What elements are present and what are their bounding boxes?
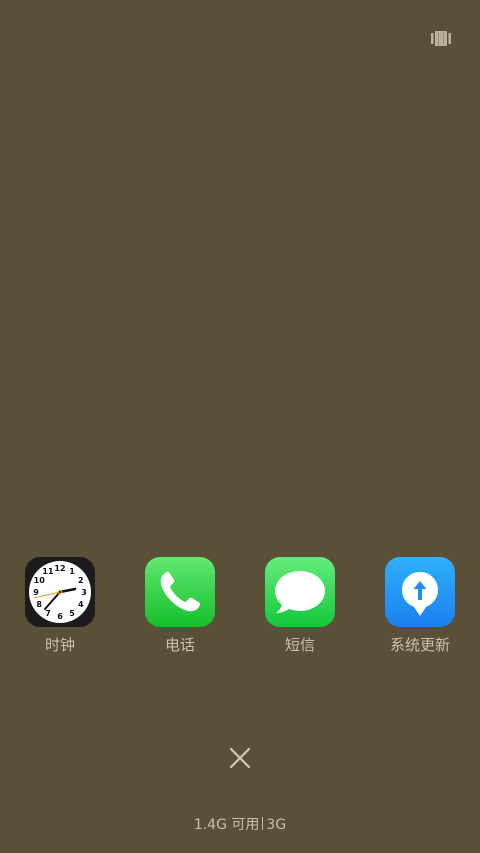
clock-number: 4 — [78, 600, 84, 609]
clock-icon: 12 1 2 3 4 5 6 7 8 9 10 11 — [25, 557, 95, 627]
app-label-clock: 时钟 — [44, 636, 75, 654]
card-stack-icon[interactable] — [431, 31, 451, 46]
clock-number: 12 — [54, 564, 65, 573]
status-divider — [262, 817, 264, 830]
close-button[interactable] — [227, 745, 253, 771]
phone-icon — [145, 557, 215, 627]
network-type: 3G — [266, 817, 287, 833]
app-label-messages: 短信 — [284, 636, 315, 654]
close-icon — [229, 747, 251, 769]
clock-number: 8 — [36, 600, 42, 609]
clock-number: 7 — [45, 609, 51, 618]
system-update-icon — [385, 557, 455, 627]
app-label-system-update: 系统更新 — [389, 636, 450, 654]
clock-number: 10 — [34, 576, 46, 585]
clock-number: 1 — [69, 567, 75, 576]
clock-number: 3 — [81, 588, 87, 597]
app-clock[interactable]: 12 1 2 3 4 5 6 7 8 9 10 11 时钟 — [0, 557, 120, 654]
memory-status: 1.4G 可用 3G — [0, 816, 480, 834]
clock-number: 9 — [33, 588, 39, 597]
clock-number: 6 — [57, 612, 63, 621]
clock-number: 5 — [69, 609, 75, 618]
messages-icon — [265, 557, 335, 627]
clock-number: 11 — [42, 567, 54, 576]
app-messages[interactable]: 短信 — [240, 557, 360, 654]
clock-number: 2 — [78, 576, 84, 585]
recent-apps-row: 12 1 2 3 4 5 6 7 8 9 10 11 时钟 电话 短信 系统更新 — [0, 557, 480, 667]
app-phone[interactable]: 电话 — [120, 557, 240, 654]
memory-available: 1.4G 可用 — [193, 817, 260, 833]
app-system-update[interactable]: 系统更新 — [360, 557, 480, 654]
app-label-phone: 电话 — [164, 636, 195, 654]
